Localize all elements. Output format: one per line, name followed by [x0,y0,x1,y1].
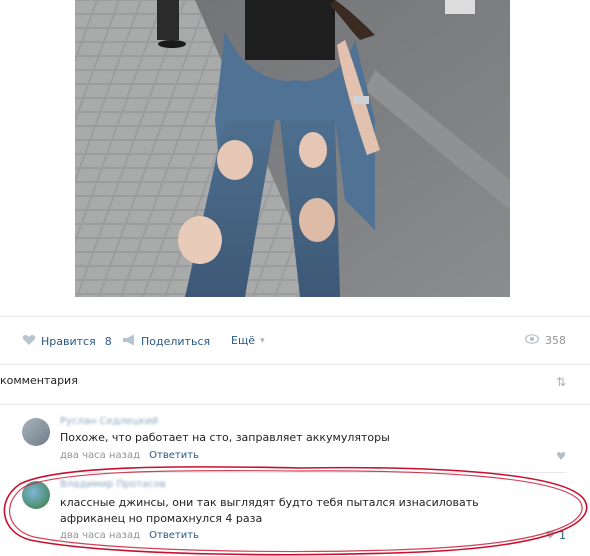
megaphone-icon [122,334,136,349]
reply-link[interactable]: Ответить [149,530,199,541]
comment-like-count: 1 [559,529,566,542]
heart-icon [22,334,36,349]
sort-icon[interactable]: ⇅ [556,375,566,389]
avatar[interactable] [22,481,50,509]
share-button[interactable]: Поделиться [122,334,210,349]
heart-icon: ♥ [556,450,566,463]
comment-author[interactable]: Владимир Протасов [60,479,166,490]
divider [60,472,566,473]
comment-like-button[interactable]: ♥ [556,450,566,463]
divider [0,404,590,405]
comment-like-button[interactable]: ♥ 1 [545,529,566,542]
divider [0,364,590,365]
like-count: 8 [104,335,112,348]
comment-meta: два часа назад Ответить [60,450,199,461]
avatar[interactable] [22,418,50,446]
post-action-bar: Нравится 8 Поделиться Ещё ▾ 358 [0,326,590,356]
reply-link[interactable]: Ответить [149,450,199,461]
comment-time: два часа назад [60,530,140,541]
street-photo-illustration [75,0,510,297]
comments-header: комментария [0,374,78,387]
heart-icon: ♥ [545,529,555,542]
comment-text: классные джинсы, они так выглядят будто … [60,496,479,525]
post-photo[interactable] [75,0,510,297]
chevron-down-icon: ▾ [260,335,265,346]
eye-icon [524,334,540,347]
share-label: Поделиться [141,335,211,348]
comment-time: два часа назад [60,450,140,461]
divider [0,316,590,317]
views-count: 358 [545,334,566,347]
more-button[interactable]: Ещё ▾ [231,334,265,347]
comment-meta: два часа назад Ответить [60,530,199,541]
like-label: Нравится [41,335,96,348]
comment-text: Похоже, что работает на сто, заправляет … [60,431,390,444]
views-counter: 358 [524,334,566,347]
comment-author[interactable]: Руслан Седлецкий [60,416,158,427]
like-button[interactable]: Нравится 8 [22,334,112,349]
more-label: Ещё [231,334,256,347]
